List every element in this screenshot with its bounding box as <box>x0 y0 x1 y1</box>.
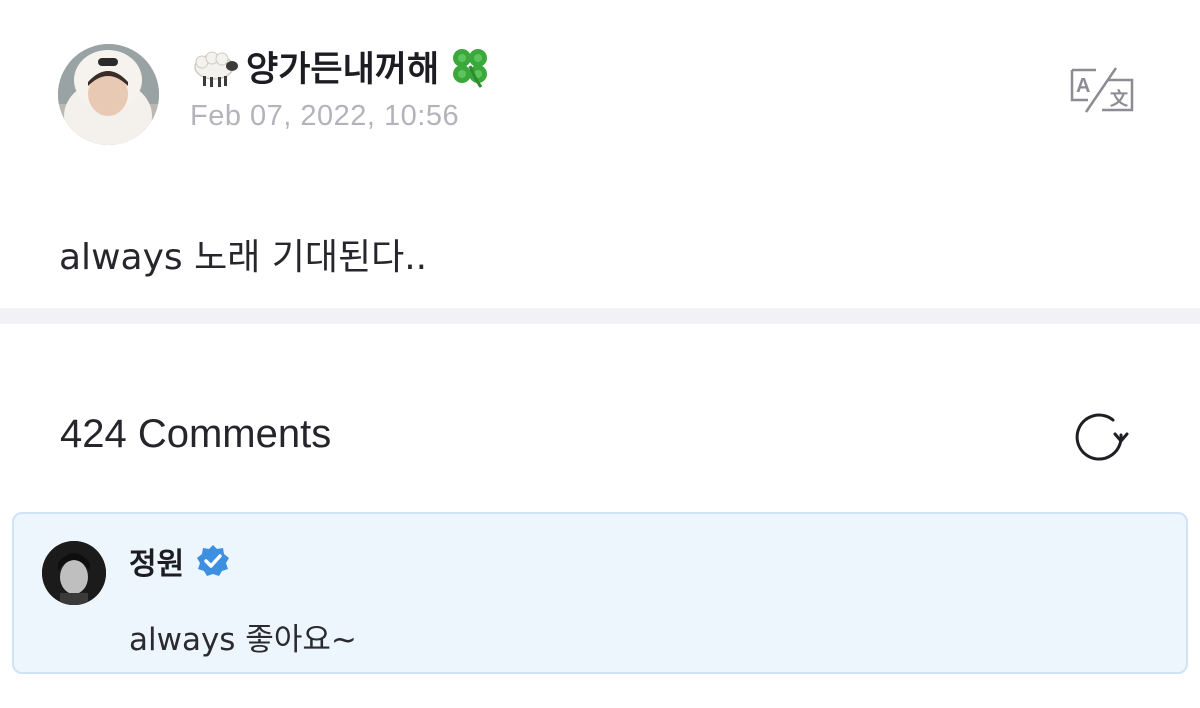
post-body: always 노래 기대된다.. <box>59 237 428 278</box>
translate-icon: A 文 <box>1070 67 1134 113</box>
refresh-button[interactable] <box>1071 410 1131 466</box>
post-card: 양가든내꺼해 Feb 07, 2022, 10:56 A 文 always 노래… <box>0 0 1200 308</box>
comments-count: 424 Comments <box>60 412 332 456</box>
commenter-name: 정원 <box>129 547 185 582</box>
svg-text:A: A <box>1076 75 1090 97</box>
commenter-avatar[interactable] <box>42 541 106 605</box>
four-leaf-clover-icon <box>453 49 488 88</box>
translate-button[interactable]: A 文 <box>1066 66 1138 114</box>
comment-text: always 좋아요~ <box>129 622 357 658</box>
verified-badge-icon <box>197 545 230 576</box>
post-page: 양가든내꺼해 Feb 07, 2022, 10:56 A 文 always 노래… <box>0 0 1200 708</box>
author-name-row[interactable]: 양가든내꺼해 <box>190 40 495 92</box>
commenter-name-row[interactable]: 정원 <box>129 541 230 582</box>
author-avatar[interactable] <box>58 44 159 145</box>
post-date: Feb 07, 2022, 10:56 <box>190 100 460 132</box>
author-avatar-image <box>58 44 159 145</box>
commenter-avatar-image <box>42 541 106 605</box>
sheep-icon <box>194 51 238 87</box>
refresh-icon <box>1075 413 1129 461</box>
highlighted-comment[interactable]: 정원 always 좋아요~ <box>12 512 1188 674</box>
author-name: 양가든내꺼해 <box>246 49 440 90</box>
svg-text:文: 文 <box>1110 88 1129 110</box>
section-divider <box>0 308 1200 324</box>
